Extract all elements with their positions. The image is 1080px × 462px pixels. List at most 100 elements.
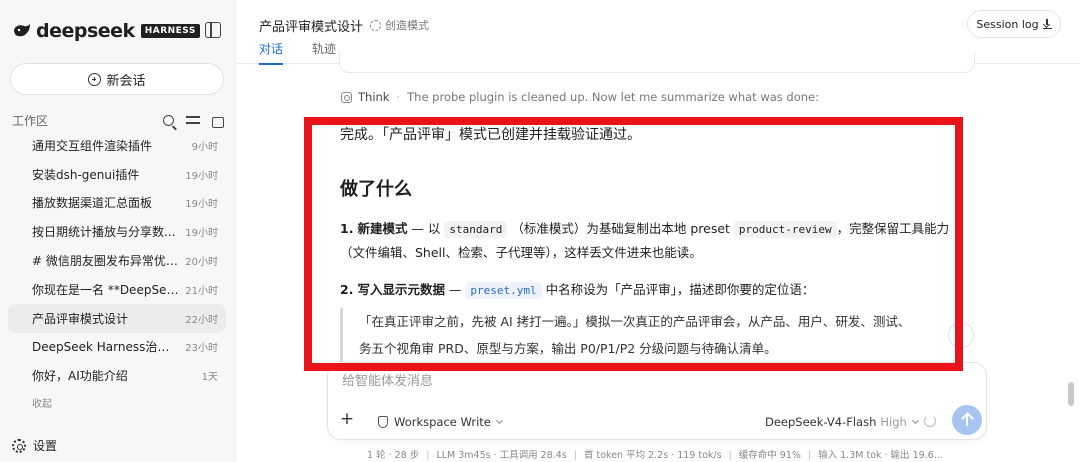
item-number: 1. (340, 221, 354, 236)
model-select[interactable]: DeepSeek-V4-Flash High (765, 415, 919, 429)
chat-list-item[interactable]: 播放数据渠道汇总面板 19小时 (8, 189, 226, 218)
sidebar: deepseek HARNESS 新会话 工作区 通用交互组件渲染插件 9小时 … (0, 0, 236, 462)
add-attachment-button[interactable]: + (336, 409, 358, 431)
harness-badge: HARNESS (140, 24, 200, 38)
sidebar-toggle-icon[interactable] (205, 22, 221, 38)
chat-list-item[interactable]: # 微信朋友圈发布异常优化... 20小时 (8, 246, 226, 275)
chat-time: 20小时 (185, 257, 218, 269)
main-panel: 产品评审模式设计 创造模式 对话 轨迹 Session log Think · … (237, 0, 1080, 462)
chevron-down-icon (495, 416, 503, 424)
workspace-header: 工作区 (12, 110, 224, 130)
chat-title: 按日期统计播放与分享数... (32, 225, 176, 240)
chevron-down-icon (911, 416, 919, 424)
inline-code: standard (444, 221, 508, 238)
chat-list-item[interactable]: 通用交互组件渲染插件 9小时 (8, 131, 226, 160)
composer: + Workspace Write DeepSeek-V4-Flash High (327, 362, 987, 440)
chat-title: DeepSeek Harness治愈系U... (32, 340, 180, 355)
chat-title: 产品评审模式设计 (32, 311, 129, 326)
list-item-2: 2. 写入显示元数据 — preset.yml 中名称设为「产品评审」，描述即你… (340, 279, 815, 299)
chat-list-item[interactable]: 你现在是一名 **DeepSeek ... 21小时 (8, 275, 226, 304)
chat-title: 播放数据渠道汇总面板 (32, 196, 153, 211)
chat-time: 19小时 (185, 228, 218, 240)
plus-circle-icon (88, 72, 102, 86)
chat-time: 19小时 (185, 199, 218, 211)
tab-chat[interactable]: 对话 (259, 40, 284, 65)
list-item-1: 1. 新建模式 — 以 standard （标准模式）为基础复制出本地 pres… (340, 218, 950, 238)
chat-time: 22小时 (185, 314, 218, 326)
chat-time: 1天 (201, 372, 218, 384)
new-chat-label: 新会话 (106, 73, 146, 89)
chat-time: 23小时 (185, 343, 218, 355)
stat-token-speed: 首 token 平均 2.2s · 119 tok/s (583, 450, 722, 461)
chat-list-item[interactable]: DeepSeek Harness治愈系U... 23小时 (8, 333, 226, 362)
item-number: 2. (340, 282, 354, 297)
send-button[interactable] (952, 405, 982, 435)
settings-button[interactable]: 设置 (12, 437, 57, 454)
stat-cache: 缓存命中 91% (738, 450, 801, 461)
deepseek-whale-icon (14, 24, 30, 37)
collapse-link[interactable]: 收起 (32, 395, 52, 410)
think-icon (341, 91, 352, 103)
message-input[interactable] (342, 374, 902, 389)
model-level: High (880, 415, 907, 429)
chat-time: 19小时 (185, 170, 218, 182)
item-text: 中名称设为「产品评审」，描述即你要的定位语： (545, 282, 815, 297)
model-name: DeepSeek-V4-Flash (765, 415, 877, 429)
workspace-mode-select[interactable]: Workspace Write (378, 415, 503, 429)
loading-spinner-icon (924, 415, 936, 427)
chat-list-item[interactable]: 你好，AI功能介绍 1天 (8, 361, 226, 390)
workspace-label: 工作区 (12, 113, 49, 128)
scroll-to-bottom-button[interactable] (948, 322, 974, 348)
chat-list-item[interactable]: 安装dsh-genui插件 19小时 (8, 160, 226, 189)
download-icon (1042, 18, 1052, 29)
quote-line: 「在真正评审之前，先被 AI 拷打一遍。」模拟一次真正的产品评审会，从产品、用户… (359, 314, 911, 329)
shield-icon (378, 416, 388, 428)
inline-code: product-review (733, 221, 837, 238)
done-paragraph: 完成。「产品评审」模式已创建并挂载验证通过。 (340, 127, 641, 143)
think-text: The probe plugin is cleaned up. Now let … (407, 90, 820, 104)
previous-tool-card (339, 52, 975, 73)
mode-badge: 创造模式 (370, 17, 429, 33)
inline-code-link[interactable]: preset.yml (465, 282, 542, 299)
item-dash: — 以 (407, 221, 441, 236)
settings-label: 设置 (33, 439, 58, 453)
page-title: 产品评审模式设计 (259, 20, 364, 35)
chat-list: 通用交互组件渲染插件 9小时 安装dsh-genui插件 19小时 播放数据渠道… (8, 131, 226, 390)
list-item-1-line2: （文件编辑、Shell、检索、子代理等），这样丢文件进来也能读。 (340, 245, 702, 260)
gear-icon (12, 438, 26, 453)
section-heading: 做了什么 (340, 179, 412, 200)
item-text: （标准模式）为基础复制出本地 preset (511, 221, 730, 236)
item-title: 新建模式 (357, 221, 408, 236)
session-log-label: Session log (976, 17, 1039, 31)
logo[interactable]: deepseek HARNESS (12, 18, 224, 44)
chat-time: 9小时 (191, 141, 218, 153)
item-text: ，完整保留工具能力 (836, 221, 950, 236)
chat-title: 你现在是一名 **DeepSeek ... (32, 282, 180, 297)
chat-list-item-active[interactable]: 产品评审模式设计 22小时 (8, 303, 226, 333)
search-icon[interactable] (163, 114, 174, 126)
blockquote: 「在真正评审之前，先被 AI 拷打一遍。」模拟一次真正的产品评审会，从产品、用户… (340, 308, 960, 362)
think-label: Think (358, 90, 390, 104)
chat-title: # 微信朋友圈发布异常优化... (32, 254, 180, 269)
filter-icon[interactable] (186, 113, 200, 127)
tab-trace[interactable]: 轨迹 (312, 40, 336, 63)
recycle-icon (370, 19, 381, 31)
chat-title: 你好，AI功能介绍 (32, 369, 128, 384)
separator-dot: · (396, 90, 401, 104)
stat-llm: LLM 3m45s · 工具调用 28.4s (436, 450, 567, 461)
session-log-button[interactable]: Session log (967, 10, 1061, 38)
workspace-mode-label: Workspace Write (394, 415, 491, 429)
chat-time: 21小时 (185, 285, 218, 297)
scrollbar-thumb[interactable] (1068, 382, 1074, 406)
new-folder-icon[interactable] (212, 116, 224, 128)
chat-list-item[interactable]: 按日期统计播放与分享数... 19小时 (8, 217, 226, 246)
new-chat-button[interactable]: 新会话 (10, 63, 224, 95)
mode-label: 创造模式 (385, 19, 429, 32)
think-row[interactable]: Think · The probe plugin is cleaned up. … (341, 90, 819, 104)
session-stats: 1 轮 · 28 步 | LLM 3m45s · 工具调用 28.4s | 首 toke… (367, 450, 943, 461)
chat-title: 安装dsh-genui插件 (32, 167, 140, 182)
stat-rounds: 1 轮 · 28 步 (367, 450, 420, 461)
quote-line: 务五个视角审 PRD、原型与方案，输出 P0/P1/P2 分级问题与待确认清单。 (359, 341, 777, 356)
item-dash: — (444, 282, 462, 297)
stat-io: 输入 1.3M tok · 输出 19.6... (818, 450, 943, 461)
